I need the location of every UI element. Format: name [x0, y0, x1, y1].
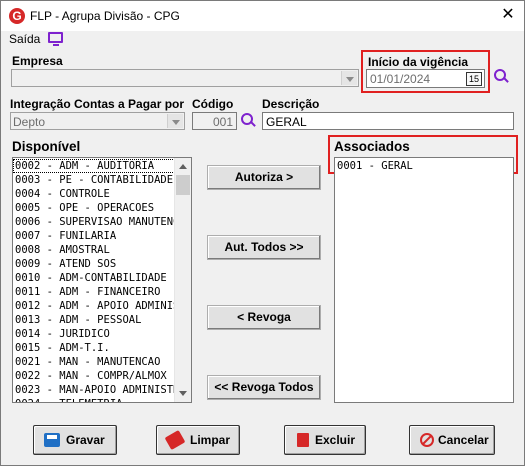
window-title: FLP - Agrupa Divisão - CPG — [30, 9, 180, 23]
disponivel-scrollbar[interactable] — [174, 158, 191, 402]
scroll-up-icon[interactable] — [175, 158, 191, 174]
revoga-label: < Revoga — [237, 310, 291, 324]
cancel-icon — [420, 433, 434, 447]
cancelar-button[interactable]: Cancelar — [409, 425, 495, 455]
descricao-field[interactable]: GERAL — [262, 112, 514, 130]
list-item[interactable]: 0012 - ADM - APOIO ADMINISTRATIVO — [13, 299, 175, 313]
list-item[interactable]: 0009 - ATEND SOS — [13, 257, 175, 271]
excluir-button[interactable]: Excluir — [284, 425, 366, 455]
gravar-button[interactable]: Gravar — [33, 425, 117, 455]
save-icon — [44, 433, 60, 447]
revoga-button[interactable]: < Revoga — [207, 305, 321, 330]
scroll-down-icon[interactable] — [175, 386, 191, 402]
search-empresa-icon[interactable] — [494, 69, 508, 83]
empresa-combo[interactable] — [11, 69, 359, 87]
empresa-label: Empresa — [12, 54, 63, 68]
list-item[interactable]: 0024 - TELEMETRIA — [13, 397, 175, 402]
list-item[interactable]: 0014 - JURIDICO — [13, 327, 175, 341]
disponivel-list[interactable]: 0002 - ADM - AUDITORIA 0003 - PE - CONTAB… — [12, 157, 192, 403]
codigo-field[interactable]: 001 — [192, 112, 237, 130]
cancelar-label: Cancelar — [438, 433, 489, 447]
search-codigo-icon[interactable] — [241, 113, 255, 127]
list-item[interactable]: 0005 - OPE - OPERACOES — [13, 201, 175, 215]
menu-saida[interactable]: Saída — [9, 32, 40, 46]
list-item[interactable]: 0015 - ADM-T.I. — [13, 341, 175, 355]
gravar-label: Gravar — [66, 433, 105, 447]
aut-todos-label: Aut. Todos >> — [224, 240, 304, 254]
inicio-vigencia-field[interactable]: 01/01/2024 15 — [366, 69, 485, 88]
list-item[interactable]: 0006 - SUPERVISAO MANUTENCAO — [13, 215, 175, 229]
list-item[interactable]: 0021 - MAN - MANUTENCAO — [13, 355, 175, 369]
autoriza-label: Autoriza > — [234, 170, 294, 184]
integracao-combo[interactable]: Depto — [10, 112, 185, 130]
list-item[interactable]: 0001 - GERAL — [335, 159, 513, 173]
list-item[interactable]: 0010 - ADM-CONTABILIDADE — [13, 271, 175, 285]
revoga-todos-button[interactable]: << Revoga Todos — [207, 375, 321, 400]
integracao-value: Depto — [13, 115, 46, 129]
aut-todos-button[interactable]: Aut. Todos >> — [207, 235, 321, 260]
list-item[interactable]: 0013 - ADM - PESSOAL — [13, 313, 175, 327]
excluir-label: Excluir — [315, 433, 356, 447]
descricao-label: Descrição — [262, 97, 320, 111]
window: G FLP - Agrupa Divisão - CPG ✕ Saída Emp… — [0, 0, 525, 466]
calendar-icon[interactable]: 15 — [466, 72, 482, 86]
limpar-label: Limpar — [190, 433, 231, 447]
list-item[interactable]: 0008 - AMOSTRAL — [13, 243, 175, 257]
list-item[interactable]: 0007 - FUNILARIA — [13, 229, 175, 243]
codigo-label: Código — [192, 97, 234, 111]
associados-label: Associados — [334, 139, 410, 154]
inicio-vigencia-value: 01/01/2024 — [370, 72, 431, 86]
eraser-icon — [164, 429, 186, 451]
codigo-value: 001 — [212, 115, 233, 129]
list-item[interactable]: 0011 - ADM - FINANCEIRO — [13, 285, 175, 299]
close-icon[interactable]: ✕ — [500, 6, 516, 22]
integracao-label: Integração Contas a Pagar por — [10, 97, 185, 111]
chevron-down-icon[interactable] — [167, 114, 183, 128]
scroll-thumb[interactable] — [176, 175, 190, 195]
chevron-down-icon[interactable] — [341, 71, 357, 85]
app-logo-icon: G — [9, 8, 25, 24]
disponivel-label: Disponível — [12, 139, 81, 154]
inicio-vigencia-label: Início da vigência — [368, 55, 469, 69]
limpar-button[interactable]: Limpar — [156, 425, 240, 455]
list-item[interactable]: 0004 - CONTROLE — [13, 187, 175, 201]
revoga-todos-label: << Revoga Todos — [214, 380, 314, 394]
descricao-value: GERAL — [266, 115, 307, 129]
title-bar: G FLP - Agrupa Divisão - CPG ✕ — [1, 1, 524, 31]
list-item[interactable]: 0003 - PE - CONTABILIDADE — [13, 173, 175, 187]
autoriza-button[interactable]: Autoriza > — [207, 165, 321, 190]
monitor-icon[interactable] — [48, 32, 63, 46]
list-item[interactable]: 0022 - MAN - COMPR/ALMOX — [13, 369, 175, 383]
associados-list[interactable]: 0001 - GERAL — [334, 157, 514, 403]
list-item[interactable]: 0002 - ADM - AUDITORIA — [13, 159, 175, 173]
list-item[interactable]: 0023 - MAN-APOIO ADMINISTRATIVO — [13, 383, 175, 397]
trash-icon — [297, 433, 309, 447]
